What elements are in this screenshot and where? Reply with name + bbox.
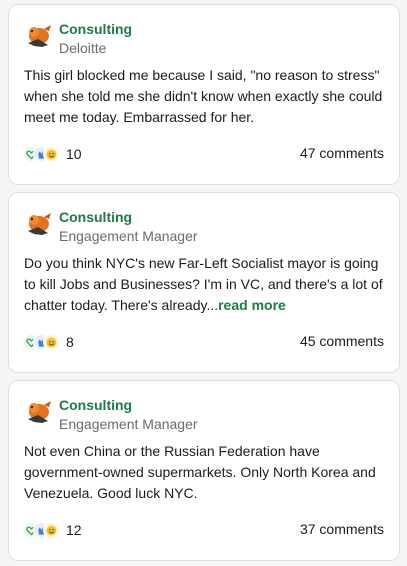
group-logo[interactable] bbox=[24, 19, 56, 51]
group-name[interactable]: Consulting bbox=[59, 397, 132, 413]
smile-icon bbox=[43, 522, 59, 538]
post-text: Do you think NYC's new Far-Left Socialis… bbox=[24, 255, 383, 313]
group-logo[interactable] bbox=[24, 395, 56, 427]
post-body[interactable]: Not even China or the Russian Federation… bbox=[24, 441, 392, 504]
group-name[interactable]: Consulting bbox=[59, 21, 132, 37]
comments-link[interactable]: 37 comments bbox=[300, 521, 384, 537]
comments-link[interactable]: 47 comments bbox=[300, 145, 384, 161]
reaction-count[interactable]: 12 bbox=[66, 522, 82, 538]
reaction-icons[interactable] bbox=[23, 145, 61, 163]
post-text: Not even China or the Russian Federation… bbox=[24, 443, 376, 501]
reaction-count[interactable]: 8 bbox=[66, 334, 74, 350]
reaction-count[interactable]: 10 bbox=[66, 146, 82, 162]
post-card[interactable]: Consulting Engagement Manager Not even C… bbox=[8, 380, 400, 561]
post-body[interactable]: Do you think NYC's new Far-Left Socialis… bbox=[24, 253, 392, 316]
comments-link[interactable]: 45 comments bbox=[300, 333, 384, 349]
post-card[interactable]: Consulting Deloitte This girl blocked me… bbox=[8, 4, 400, 185]
author-subtitle: Deloitte bbox=[59, 40, 107, 56]
group-logo[interactable] bbox=[24, 207, 56, 239]
post-body[interactable]: This girl blocked me because I said, "no… bbox=[24, 65, 392, 128]
reaction-icons[interactable] bbox=[23, 521, 61, 539]
post-card[interactable]: Consulting Engagement Manager Do you thi… bbox=[8, 192, 400, 373]
group-name[interactable]: Consulting bbox=[59, 209, 132, 225]
read-more-link[interactable]: read more bbox=[218, 297, 286, 313]
post-feed: Consulting Deloitte This girl blocked me… bbox=[0, 0, 407, 566]
post-text: This girl blocked me because I said, "no… bbox=[24, 67, 383, 125]
author-subtitle: Engagement Manager bbox=[59, 416, 198, 432]
smile-icon bbox=[43, 334, 59, 350]
author-subtitle: Engagement Manager bbox=[59, 228, 198, 244]
reaction-icons[interactable] bbox=[23, 333, 61, 351]
smile-icon bbox=[43, 146, 59, 162]
